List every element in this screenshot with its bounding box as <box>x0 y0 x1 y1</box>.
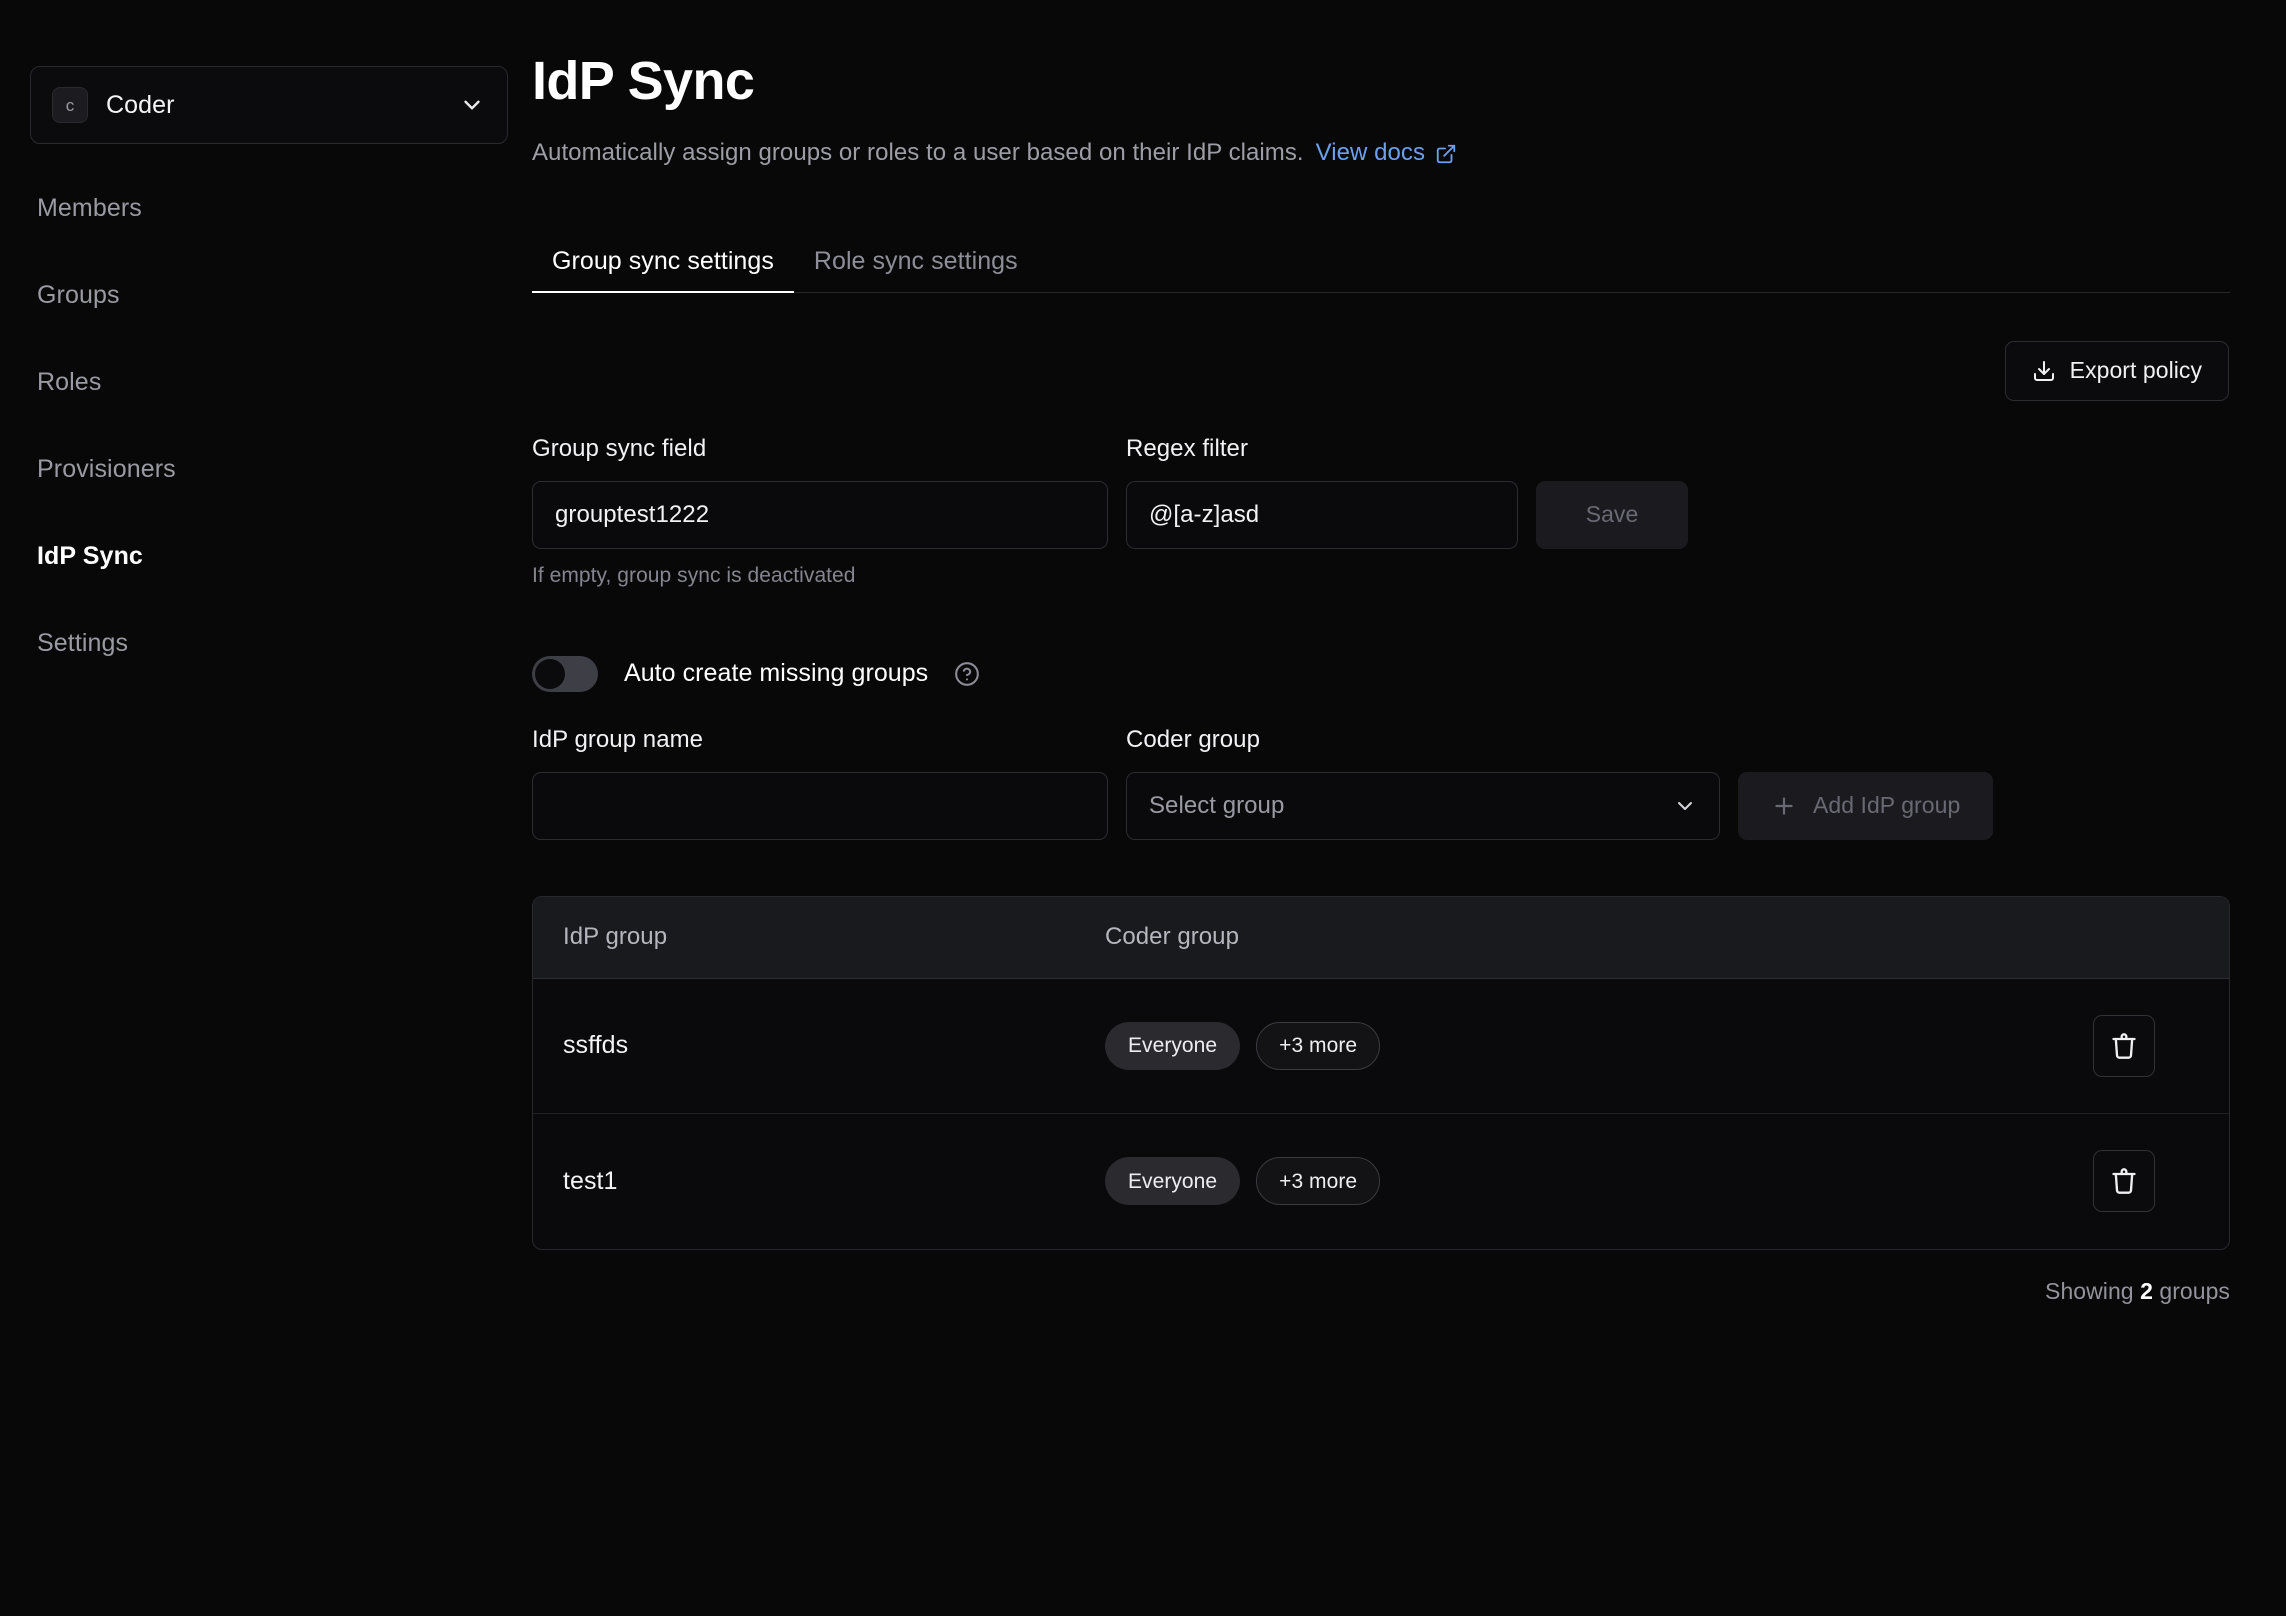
idp-group-mappings-table: IdP group Coder group ssffds Everyone +3… <box>532 895 2230 1250</box>
cell-actions <box>2049 1014 2199 1077</box>
settings-tabs: Group sync settings Role sync settings <box>532 235 2230 293</box>
group-pill-everyone: Everyone <box>1105 1157 1241 1206</box>
regex-filter-group: Regex filter <box>1126 434 1518 549</box>
sidebar-item-idp-sync[interactable]: IdP Sync <box>37 530 520 583</box>
sidebar: c Coder Members Groups Roles Provisioner… <box>0 0 520 670</box>
column-header-idp-group: IdP group <box>563 923 668 951</box>
regex-filter-input[interactable] <box>1126 480 1518 549</box>
table-row: ssffds Everyone +3 more <box>533 979 2229 1114</box>
group-pill-more[interactable]: +3 more <box>1256 1157 1381 1206</box>
cell-coder-group: Everyone +3 more <box>1105 1021 2049 1070</box>
results-count-prefix: Showing <box>2045 1277 2141 1304</box>
column-header-coder-group: Coder group <box>1105 923 1239 951</box>
sidebar-item-groups[interactable]: Groups <box>37 269 520 322</box>
sidebar-nav: Members Groups Roles Provisioners IdP Sy… <box>30 182 520 670</box>
results-count-suffix: groups <box>2152 1277 2230 1304</box>
tab-group-sync-settings[interactable]: Group sync settings <box>532 248 794 293</box>
external-link-icon <box>1435 142 1457 164</box>
coder-group-label: Coder group <box>1126 725 1260 753</box>
trash-icon <box>2110 1167 2138 1195</box>
plus-icon <box>1771 793 1797 819</box>
view-docs-label: View docs <box>1315 139 1425 167</box>
add-idp-group-label: Add IdP group <box>1813 792 1961 819</box>
cell-idp-group: ssffds <box>563 1031 629 1060</box>
idp-sync-page: c Coder Members Groups Roles Provisioner… <box>0 0 2286 1616</box>
group-pills: Everyone +3 more <box>1105 1157 2049 1206</box>
view-docs-link[interactable]: View docs <box>1316 137 1457 168</box>
idp-group-name-input[interactable] <box>532 771 1108 840</box>
results-count: Showing 2 groups <box>532 1278 2230 1305</box>
save-button[interactable]: Save <box>1536 480 1688 549</box>
table-row: test1 Everyone +3 more <box>533 1114 2229 1249</box>
add-idp-group-wrapper: Add IdP group <box>1738 728 1994 840</box>
group-pills: Everyone +3 more <box>1105 1021 2049 1070</box>
idp-group-name-label: IdP group name <box>532 725 704 753</box>
sidebar-item-roles[interactable]: Roles <box>37 356 520 409</box>
download-icon <box>2032 359 2056 383</box>
page-subtitle: Automatically assign groups or roles to … <box>532 137 2230 168</box>
group-sync-field-label: Group sync field <box>532 434 707 462</box>
organization-name: Coder <box>106 90 175 119</box>
toggle-knob <box>535 658 565 689</box>
coder-group-select[interactable]: Select group <box>1126 771 1720 840</box>
chevron-down-icon <box>1673 794 1697 818</box>
sidebar-item-members[interactable]: Members <box>37 182 520 235</box>
organization-avatar: c <box>52 87 88 123</box>
group-sync-field-input[interactable] <box>532 480 1108 549</box>
main-content: IdP Sync Automatically assign groups or … <box>520 0 2286 1305</box>
add-idp-group-button[interactable]: Add IdP group <box>1738 771 1994 840</box>
group-sync-field-group: Group sync field <box>532 434 1108 549</box>
sidebar-item-settings[interactable]: Settings <box>37 617 520 670</box>
sync-field-row: Group sync field Regex filter Save <box>532 434 2230 549</box>
save-button-wrapper: Save <box>1536 437 1688 549</box>
group-pill-more[interactable]: +3 more <box>1256 1021 1381 1070</box>
auto-create-groups-label: Auto create missing groups <box>624 659 929 688</box>
coder-group-select-value: Select group <box>1149 791 1285 819</box>
chevron-down-icon <box>459 92 485 118</box>
help-circle-icon[interactable] <box>954 661 980 687</box>
trash-icon <box>2110 1032 2138 1060</box>
auto-create-groups-row: Auto create missing groups <box>532 655 2230 692</box>
toolbar: Export policy <box>532 340 2230 401</box>
coder-group-select-group: Coder group Select group <box>1126 725 1720 840</box>
idp-group-name-group: IdP group name <box>532 725 1108 840</box>
export-policy-button[interactable]: Export policy <box>2004 340 2229 401</box>
auto-create-groups-toggle[interactable] <box>532 655 598 692</box>
organization-selector[interactable]: c Coder <box>30 66 508 144</box>
delete-mapping-button[interactable] <box>2093 1014 2155 1077</box>
cell-idp-group: test1 <box>563 1166 618 1195</box>
page-subtitle-text: Automatically assign groups or roles to … <box>532 139 1304 167</box>
results-count-value: 2 <box>2140 1277 2153 1304</box>
sidebar-item-provisioners[interactable]: Provisioners <box>37 443 520 496</box>
page-title: IdP Sync <box>532 51 755 111</box>
tab-role-sync-settings[interactable]: Role sync settings <box>794 248 1038 292</box>
group-sync-helper-text: If empty, group sync is deactivated <box>532 563 856 587</box>
regex-filter-label: Regex filter <box>1126 434 1248 462</box>
cell-actions <box>2049 1150 2199 1213</box>
delete-mapping-button[interactable] <box>2093 1150 2155 1213</box>
group-pill-everyone: Everyone <box>1105 1021 1241 1070</box>
cell-coder-group: Everyone +3 more <box>1105 1157 2049 1206</box>
idp-group-mapping-row: IdP group name Coder group Select group <box>532 725 2230 840</box>
export-policy-label: Export policy <box>2069 357 2202 384</box>
table-header: IdP group Coder group <box>533 896 2229 979</box>
